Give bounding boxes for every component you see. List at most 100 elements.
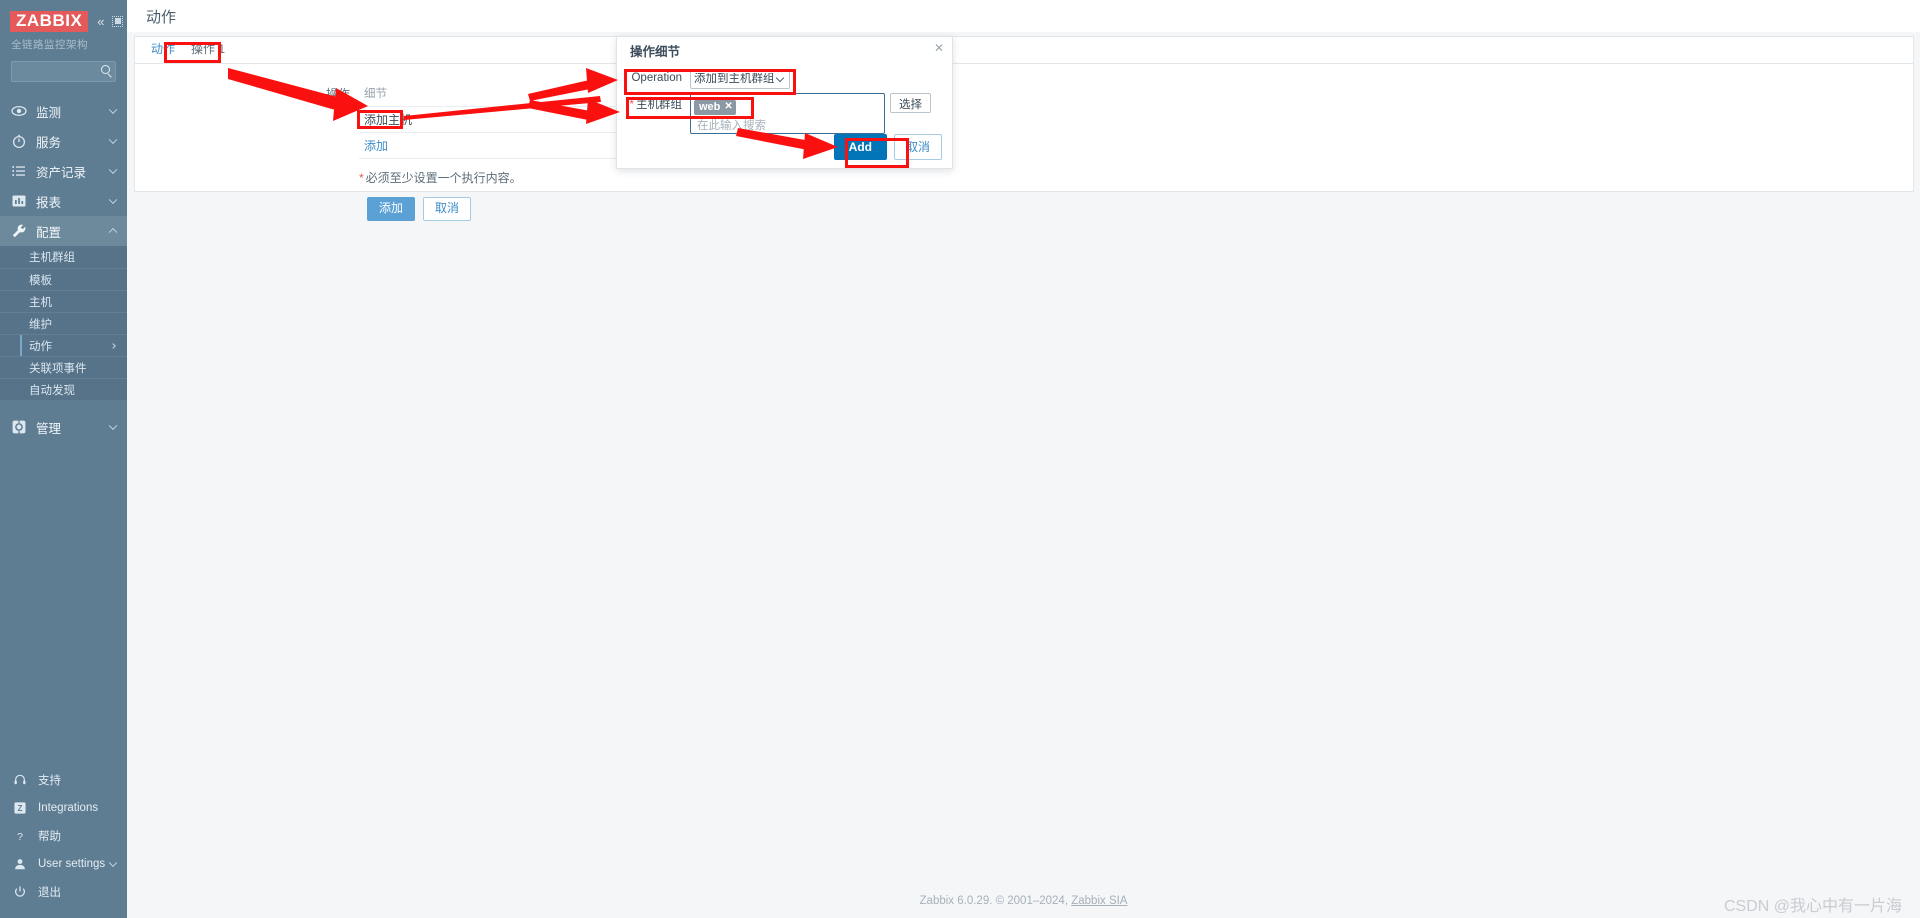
sidebar-item-label: 资产记录 — [36, 165, 87, 180]
cancel-button[interactable]: 取消 — [423, 197, 472, 221]
chevron-down-icon — [108, 195, 118, 205]
stopwatch-icon — [10, 133, 27, 150]
search-input[interactable] — [12, 62, 115, 82]
modal-add-button[interactable]: Add — [833, 134, 887, 160]
sidebar-item-event-correlation[interactable]: 关联项事件 — [0, 356, 127, 378]
sidebar: ZABBIX « 全链路监控架构 监测 服务 资产记录 报表 配置 主机群组 模… — [0, 0, 127, 918]
hint-row: * 必须至少设置一个执行内容。 — [135, 169, 1913, 186]
sidebar-item-integrations[interactable]: Z Integrations — [0, 794, 127, 822]
modal-body: Operation 添加到主机群组 * 主机群组 web ✕ 在此输入搜索 选择 — [617, 64, 952, 134]
sidebar-item-templates[interactable]: 模板 — [0, 268, 127, 290]
chevron-down-icon — [108, 858, 118, 868]
sidebar-item-monitoring[interactable]: 监测 — [0, 96, 127, 126]
sidebar-item-label: 服务 — [36, 135, 62, 150]
sidebar-item-hosts[interactable]: 主机 — [0, 290, 127, 312]
hostgroup-label-text: 主机群组 — [636, 98, 682, 111]
search-box[interactable] — [11, 61, 116, 82]
sidebar-controls: « — [97, 15, 123, 28]
sidebar-item-host-groups[interactable]: 主机群组 — [0, 246, 127, 268]
sidebar-item-support[interactable]: 支持 — [0, 766, 127, 794]
submit-button[interactable]: 添加 — [367, 197, 416, 221]
sidebar-subitem-label: 主机群组 — [29, 252, 75, 264]
zabbix-z-icon: Z — [12, 800, 28, 816]
sidebar-item-maintenance[interactable]: 维护 — [0, 312, 127, 334]
sidebar-footer: 支持 Z Integrations ? 帮助 User settings 退出 — [0, 766, 127, 906]
compact-view-icon[interactable] — [111, 15, 123, 27]
chip-remove-icon[interactable]: ✕ — [724, 101, 732, 112]
form-buttons: 添加 取消 — [135, 197, 1913, 221]
sidebar-item-reports[interactable]: 报表 — [0, 186, 127, 216]
gear-icon — [10, 419, 27, 436]
sidebar-footer-label: User settings — [38, 858, 106, 870]
sidebar-item-label: 报表 — [36, 195, 62, 210]
form-tabs: 动作 操作 1 — [135, 37, 1913, 64]
chevron-down-icon — [108, 165, 118, 175]
sidebar-footer-label: 帮助 — [38, 831, 61, 843]
chevron-double-left-icon[interactable]: « — [97, 15, 104, 28]
sidebar-item-label: 监测 — [36, 105, 62, 120]
required-hint-text: 必须至少设置一个执行内容。 — [365, 171, 522, 185]
add-operation-link[interactable]: 添加 — [364, 139, 388, 153]
column-header-detail: 细节 — [359, 83, 643, 107]
operation-select-wrap: 添加到主机群组 — [690, 69, 790, 89]
chart-bar-icon — [10, 193, 27, 210]
sidebar-footer-label: Integrations — [38, 802, 99, 814]
sidebar-item-label: 管理 — [36, 421, 62, 436]
action-form-card: 动作 操作 1 操作 细节 动作 — [134, 36, 1914, 221]
required-asterisk: * — [629, 98, 634, 111]
user-icon — [12, 856, 28, 872]
search-icon — [101, 65, 110, 74]
hostgroup-multiselect[interactable]: web ✕ 在此输入搜索 — [690, 92, 885, 134]
tab-action[interactable]: 动作 — [143, 37, 183, 63]
watermark: CSDN @我心中有一片海 — [1723, 898, 1902, 915]
sidebar-subitem-label: 维护 — [29, 318, 52, 331]
modal-title: 操作细节 — [630, 45, 681, 59]
select-button[interactable]: 选择 — [890, 92, 931, 113]
page-title: 动作 — [146, 9, 177, 26]
modal-cancel-button[interactable]: 取消 — [893, 134, 942, 160]
sidebar-nav: 监测 服务 资产记录 报表 配置 主机群组 模板 主机 维护 动作 关联项事件 … — [0, 96, 127, 442]
modal-hostgroup-label: * 主机群组 — [628, 93, 690, 112]
hint-spacer — [135, 169, 359, 186]
cell-detail: 添加主机 — [359, 106, 643, 133]
main-content: 动作 操作 1 操作 细节 动作 — [127, 32, 1920, 918]
brand-row: ZABBIX « — [0, 0, 127, 34]
modal-operation-label: Operation — [631, 72, 682, 84]
chevron-right-icon — [110, 342, 116, 349]
buttons-spacer — [135, 197, 359, 221]
copyright: Zabbix 6.0.29. © 2001–2024, Zabbix SIA — [920, 895, 1128, 907]
page-header: 动作 — [127, 0, 1920, 32]
headset-icon — [12, 772, 28, 788]
sidebar-item-configuration[interactable]: 配置 — [0, 216, 127, 246]
modal-header: 操作细节 ✕ — [617, 37, 952, 64]
modal-hostgroup-row: * 主机群组 web ✕ 在此输入搜索 选择 — [628, 92, 941, 134]
sidebar-item-help[interactable]: ? 帮助 — [0, 822, 127, 850]
hostgroup-chip[interactable]: web ✕ — [694, 99, 736, 115]
sidebar-item-signout[interactable]: 退出 — [0, 878, 127, 906]
tab-operation-1[interactable]: 操作 1 — [183, 37, 233, 63]
sidebar-footer-label: 支持 — [38, 775, 61, 787]
sidebar-subitem-label: 动作 — [29, 340, 52, 353]
sidebar-item-user-settings[interactable]: User settings — [0, 850, 127, 878]
chip-label: web — [699, 100, 721, 113]
sidebar-item-label: 配置 — [36, 225, 62, 240]
sidebar-item-services[interactable]: 服务 — [0, 126, 127, 156]
sidebar-item-discovery[interactable]: 自动发现 — [0, 378, 127, 400]
hostgroup-search-placeholder: 在此输入搜索 — [697, 119, 766, 132]
chevron-down-icon — [108, 135, 118, 145]
svg-text:?: ? — [17, 831, 23, 843]
sidebar-submenu-configuration: 主机群组 模板 主机 维护 动作 关联项事件 自动发现 — [0, 246, 127, 400]
chevron-down-icon — [108, 105, 118, 115]
wrench-icon — [10, 223, 27, 240]
operation-select[interactable]: 添加到主机群组 — [690, 69, 790, 89]
list-icon — [10, 163, 27, 180]
close-icon[interactable]: ✕ — [934, 42, 944, 54]
brand-subtitle: 全链路监控架构 — [11, 39, 88, 51]
sidebar-item-actions[interactable]: 动作 — [0, 334, 127, 356]
sidebar-item-administration[interactable]: 管理 — [0, 412, 127, 442]
zabbix-sia-link[interactable]: Zabbix SIA — [1071, 895, 1127, 907]
sidebar-subitem-label: 自动发现 — [29, 384, 75, 397]
modal-operation-row: Operation 添加到主机群组 — [628, 69, 941, 89]
zabbix-logo[interactable]: ZABBIX — [10, 10, 89, 32]
sidebar-item-inventory[interactable]: 资产记录 — [0, 156, 127, 186]
